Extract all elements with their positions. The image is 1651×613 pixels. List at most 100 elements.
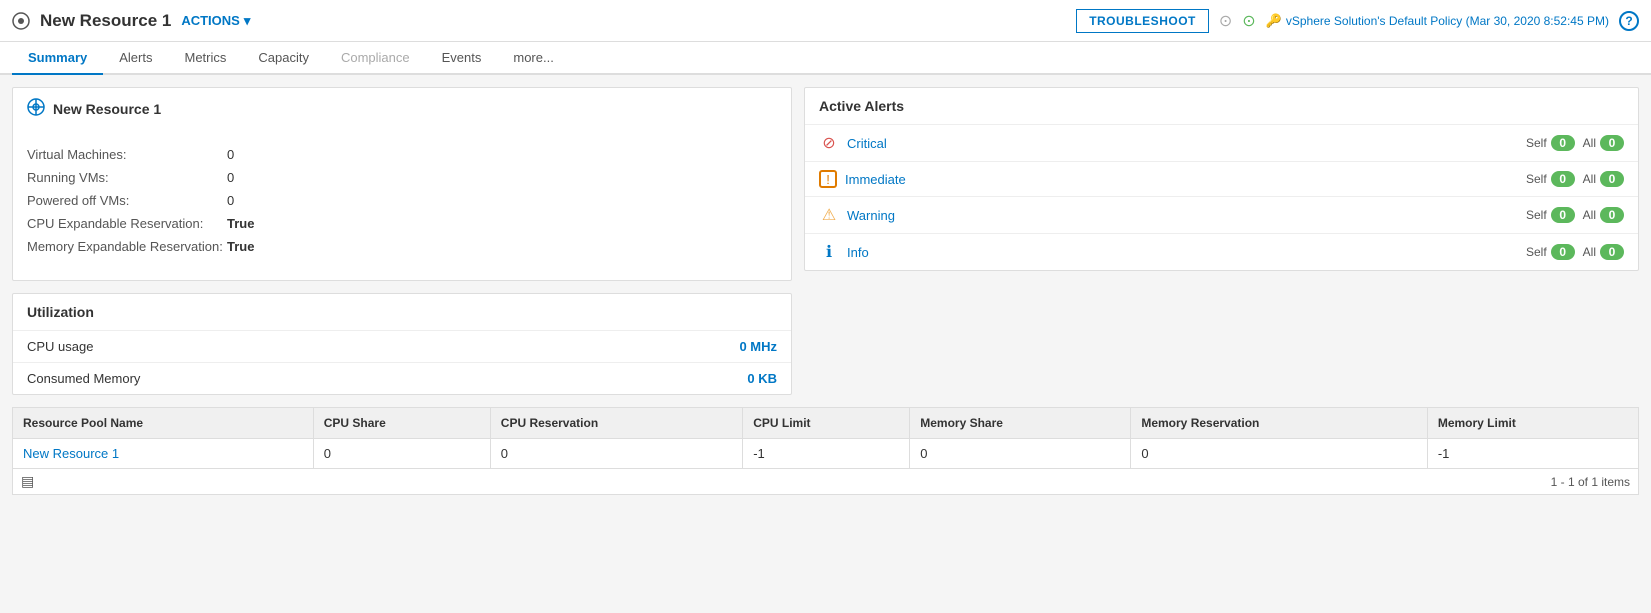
warning-all-label: All	[1583, 208, 1596, 222]
resource-card: New Resource 1 Virtual Machines: 0 Runni…	[12, 87, 792, 281]
warning-self-label: Self	[1526, 208, 1547, 222]
resource-icon	[12, 12, 30, 30]
col-cpu-reservation: CPU Reservation	[490, 408, 742, 439]
warning-all-badge: 0	[1600, 207, 1624, 223]
active-alerts-title: Active Alerts	[805, 88, 1638, 124]
warning-all-group: All 0	[1583, 207, 1624, 223]
immediate-label[interactable]: Immediate	[845, 172, 1518, 187]
critical-self-label: Self	[1526, 136, 1547, 150]
powered-off-value: 0	[227, 191, 427, 210]
policy-text[interactable]: vSphere Solution's Default Policy (Mar 3…	[1286, 14, 1609, 28]
tab-alerts[interactable]: Alerts	[103, 42, 168, 75]
cell-name: New Resource 1	[13, 439, 314, 469]
critical-all-group: All 0	[1583, 135, 1624, 151]
vms-value: 0	[227, 145, 427, 164]
active-alerts-card: Active Alerts ⊘ Critical Self 0 All 0	[804, 87, 1639, 271]
warning-self-group: Self 0	[1526, 207, 1575, 223]
critical-badges: Self 0 All 0	[1526, 135, 1624, 151]
critical-self-group: Self 0	[1526, 135, 1575, 151]
running-vms-value: 0	[227, 168, 427, 187]
info-icon: ℹ	[819, 242, 839, 262]
immediate-icon: !	[819, 170, 837, 188]
info-self-badge: 0	[1551, 244, 1575, 260]
cell-cpu-share: 0	[313, 439, 490, 469]
status-icon-1: ⊙	[1219, 11, 1232, 31]
cell-memory-share: 0	[910, 439, 1131, 469]
info-badges: Self 0 All 0	[1526, 244, 1624, 260]
cpu-expandable-label: CPU Expandable Reservation:	[27, 214, 227, 233]
tab-capacity[interactable]: Capacity	[242, 42, 325, 75]
cell-memory-limit: -1	[1427, 439, 1638, 469]
tab-more[interactable]: more...	[497, 42, 569, 75]
troubleshoot-button[interactable]: TROUBLESHOOT	[1076, 9, 1209, 33]
memory-expandable-label: Memory Expandable Reservation:	[27, 237, 227, 256]
util-cpu-value: 0 MHz	[739, 339, 777, 354]
left-column: New Resource 1 Virtual Machines: 0 Runni…	[12, 87, 792, 395]
nav-tabs: Summary Alerts Metrics Capacity Complian…	[0, 42, 1651, 75]
cell-memory-reservation: 0	[1131, 439, 1427, 469]
policy-icon: 🔑	[1266, 13, 1282, 29]
alert-row-critical: ⊘ Critical Self 0 All 0	[805, 124, 1638, 161]
memory-expandable-value: True	[227, 237, 427, 256]
header: New Resource 1 ACTIONS ▾ TROUBLESHOOT ⊙ …	[0, 0, 1651, 42]
resource-link[interactable]: New Resource 1	[23, 446, 119, 461]
resource-card-icon	[27, 98, 45, 119]
resource-card-header: New Resource 1	[13, 88, 791, 129]
resource-card-body: Virtual Machines: 0 Running VMs: 0 Power…	[13, 129, 791, 280]
header-right: TROUBLESHOOT ⊙ ⊙ 🔑 vSphere Solution's De…	[1076, 9, 1639, 33]
vms-label: Virtual Machines:	[27, 145, 227, 164]
tab-events[interactable]: Events	[426, 42, 498, 75]
util-memory-label: Consumed Memory	[27, 371, 140, 386]
util-cpu-row: CPU usage 0 MHz	[13, 330, 791, 362]
help-icon[interactable]: ?	[1619, 11, 1639, 31]
resource-card-title: New Resource 1	[53, 101, 161, 117]
col-memory-limit: Memory Limit	[1427, 408, 1638, 439]
warning-label[interactable]: Warning	[847, 208, 1518, 223]
utilization-title: Utilization	[13, 294, 791, 330]
warning-icon: ⚠	[819, 205, 839, 225]
critical-all-badge: 0	[1600, 135, 1624, 151]
col-cpu-share: CPU Share	[313, 408, 490, 439]
table-footer-icon: ▤	[21, 473, 34, 490]
cell-cpu-reservation: 0	[490, 439, 742, 469]
info-label[interactable]: Info	[847, 245, 1518, 260]
running-vms-label: Running VMs:	[27, 168, 227, 187]
critical-self-badge: 0	[1551, 135, 1575, 151]
table-footer: ▤ 1 - 1 of 1 items	[12, 469, 1639, 495]
pagination-info: 1 - 1 of 1 items	[1551, 475, 1630, 489]
table-row: New Resource 1 0 0 -1 0 0 -1	[13, 439, 1639, 469]
powered-off-label: Powered off VMs:	[27, 191, 227, 210]
tab-summary[interactable]: Summary	[12, 42, 103, 75]
info-all-badge: 0	[1600, 244, 1624, 260]
info-all-label: All	[1583, 245, 1596, 259]
actions-label: ACTIONS	[181, 13, 240, 28]
critical-label[interactable]: Critical	[847, 136, 1518, 151]
info-all-group: All 0	[1583, 244, 1624, 260]
util-cpu-label: CPU usage	[27, 339, 93, 354]
warning-self-badge: 0	[1551, 207, 1575, 223]
immediate-self-group: Self 0	[1526, 171, 1575, 187]
col-memory-share: Memory Share	[910, 408, 1131, 439]
resource-pool-table: Resource Pool Name CPU Share CPU Reserva…	[12, 407, 1639, 469]
immediate-all-label: All	[1583, 172, 1596, 186]
right-column: Active Alerts ⊘ Critical Self 0 All 0	[804, 87, 1639, 395]
util-memory-row: Consumed Memory 0 KB	[13, 362, 791, 394]
immediate-self-badge: 0	[1551, 171, 1575, 187]
actions-button[interactable]: ACTIONS ▾	[181, 13, 250, 29]
alert-row-warning: ⚠ Warning Self 0 All 0	[805, 196, 1638, 233]
utilization-card: Utilization CPU usage 0 MHz Consumed Mem…	[12, 293, 792, 395]
alert-row-immediate: ! Immediate Self 0 All 0	[805, 161, 1638, 196]
col-cpu-limit: CPU Limit	[743, 408, 910, 439]
critical-icon: ⊘	[819, 133, 839, 153]
critical-all-label: All	[1583, 136, 1596, 150]
header-left: New Resource 1 ACTIONS ▾	[12, 11, 250, 31]
tab-metrics[interactable]: Metrics	[168, 42, 242, 75]
warning-badges: Self 0 All 0	[1526, 207, 1624, 223]
col-resource-pool-name: Resource Pool Name	[13, 408, 314, 439]
col-memory-reservation: Memory Reservation	[1131, 408, 1427, 439]
immediate-self-label: Self	[1526, 172, 1547, 186]
tab-compliance: Compliance	[325, 42, 426, 75]
page-title: New Resource 1	[40, 11, 171, 31]
immediate-all-group: All 0	[1583, 171, 1624, 187]
cell-cpu-limit: -1	[743, 439, 910, 469]
